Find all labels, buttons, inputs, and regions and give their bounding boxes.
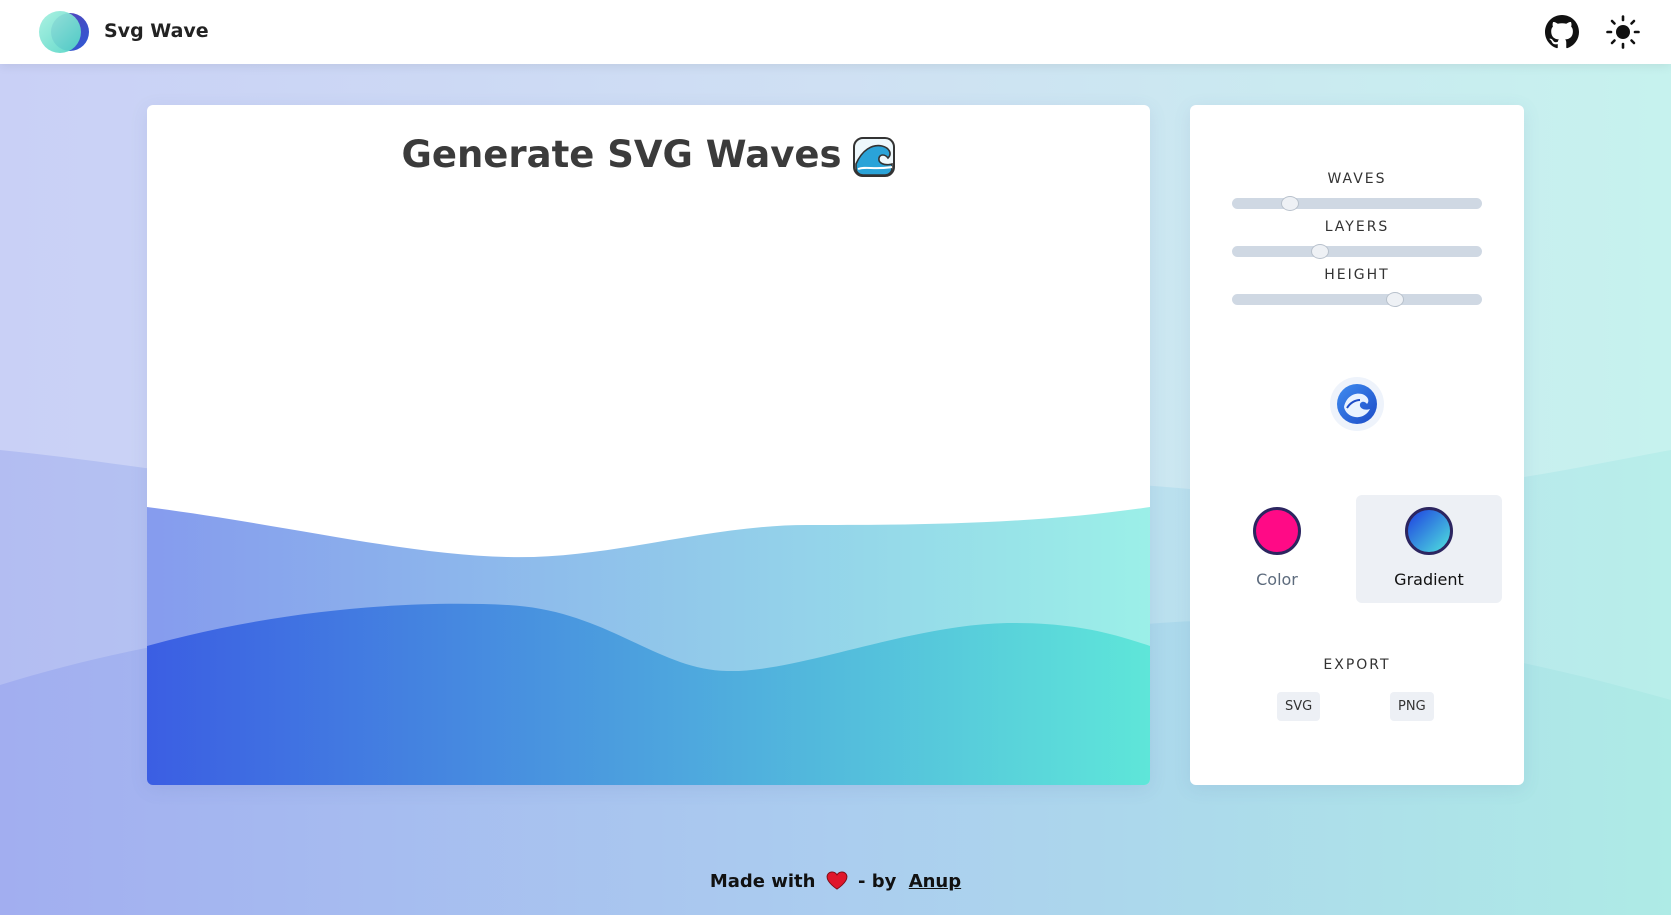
gradient-mode-option[interactable]: Gradient <box>1356 495 1502 603</box>
footer-made-with: Made with <box>709 871 816 892</box>
github-icon[interactable] <box>1545 15 1579 49</box>
waves-slider[interactable] <box>1232 196 1482 211</box>
heart-icon <box>826 871 848 890</box>
color-mode-label: Color <box>1256 570 1298 589</box>
wave-randomize-icon <box>1337 384 1377 424</box>
gradient-swatch[interactable] <box>1405 507 1453 555</box>
color-mode-option[interactable]: Color <box>1204 495 1350 603</box>
color-swatch[interactable] <box>1253 507 1301 555</box>
export-label: EXPORT <box>1323 657 1391 673</box>
height-label: HEIGHT <box>1324 267 1390 283</box>
waves-label: WAVES <box>1327 171 1387 187</box>
page-title: Generate SVG Waves <box>147 133 1150 178</box>
wave-preview-card: Generate SVG Waves <box>147 105 1150 785</box>
height-slider[interactable] <box>1232 292 1482 307</box>
brand-name[interactable]: Svg Wave <box>104 20 209 42</box>
export-png-button[interactable]: PNG <box>1390 692 1434 721</box>
logo-icon[interactable] <box>38 10 92 54</box>
export-svg-button[interactable]: SVG <box>1277 692 1321 721</box>
footer: Made with - by Anup <box>0 871 1671 892</box>
height-slider-thumb[interactable] <box>1385 292 1404 307</box>
wave-emoji-icon <box>852 136 895 177</box>
wave-preview <box>147 507 1150 785</box>
author-link[interactable]: Anup <box>909 871 961 892</box>
layers-slider-thumb[interactable] <box>1310 244 1329 259</box>
navbar: Svg Wave <box>0 0 1671 64</box>
page-title-text: Generate SVG Waves <box>401 133 842 176</box>
footer-by: - by <box>858 871 897 892</box>
sun-icon[interactable] <box>1606 15 1640 49</box>
controls-panel: WAVES LAYERS HEIGHT Color Gradient EXPOR… <box>1190 105 1524 785</box>
randomize-button[interactable] <box>1330 377 1384 431</box>
layers-slider[interactable] <box>1232 244 1482 259</box>
gradient-mode-label: Gradient <box>1394 570 1464 589</box>
waves-slider-thumb[interactable] <box>1280 196 1299 211</box>
layers-label: LAYERS <box>1324 219 1390 235</box>
